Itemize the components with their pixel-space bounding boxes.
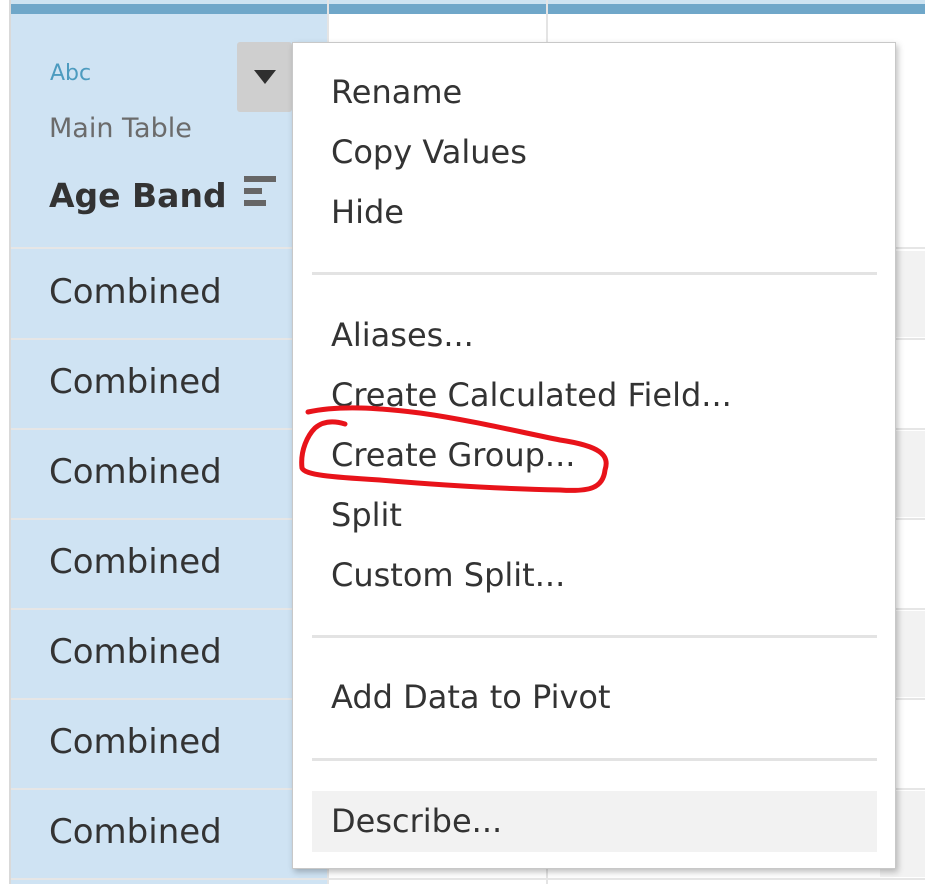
table-row[interactable]: Combined xyxy=(49,812,222,852)
row-divider xyxy=(11,878,925,880)
menu-item-rename[interactable]: Rename xyxy=(331,73,462,111)
menu-item-create-group[interactable]: Create Group... xyxy=(331,436,575,474)
menu-item-create-calculated-field[interactable]: Create Calculated Field... xyxy=(331,376,732,414)
column-top-bar xyxy=(548,0,925,14)
table-row[interactable]: Combined xyxy=(49,722,222,762)
menu-item-aliases[interactable]: Aliases... xyxy=(331,316,474,354)
data-type-label[interactable]: Abc xyxy=(50,61,91,86)
menu-item-add-data-to-pivot[interactable]: Add Data to Pivot xyxy=(331,678,611,716)
menu-separator xyxy=(312,635,877,638)
source-table-label: Main Table xyxy=(49,113,192,144)
menu-item-describe[interactable]: Describe... xyxy=(331,802,502,840)
column-context-menu: Rename Copy Values Hide Aliases... Creat… xyxy=(292,42,896,869)
column-top-bar xyxy=(11,0,327,14)
menu-item-custom-split[interactable]: Custom Split... xyxy=(331,556,565,594)
menu-item-split[interactable]: Split xyxy=(331,496,402,534)
column-menu-button[interactable] xyxy=(237,42,292,112)
table-row[interactable]: Combined xyxy=(49,632,222,672)
menu-item-copy-values[interactable]: Copy Values xyxy=(331,133,527,171)
menu-separator xyxy=(312,272,877,275)
menu-item-hide[interactable]: Hide xyxy=(331,193,404,231)
table-row[interactable]: Combined xyxy=(49,272,222,312)
menu-separator xyxy=(312,758,877,761)
table-row[interactable]: Combined xyxy=(49,452,222,492)
field-name-label[interactable]: Age Band xyxy=(49,176,227,215)
table-row[interactable]: Combined xyxy=(49,542,222,582)
chevron-down-icon xyxy=(254,70,276,84)
table-row[interactable]: Combined xyxy=(49,362,222,402)
column-top-bar xyxy=(329,0,546,14)
sort-icon[interactable] xyxy=(242,174,278,210)
grid-left-border xyxy=(0,0,11,884)
